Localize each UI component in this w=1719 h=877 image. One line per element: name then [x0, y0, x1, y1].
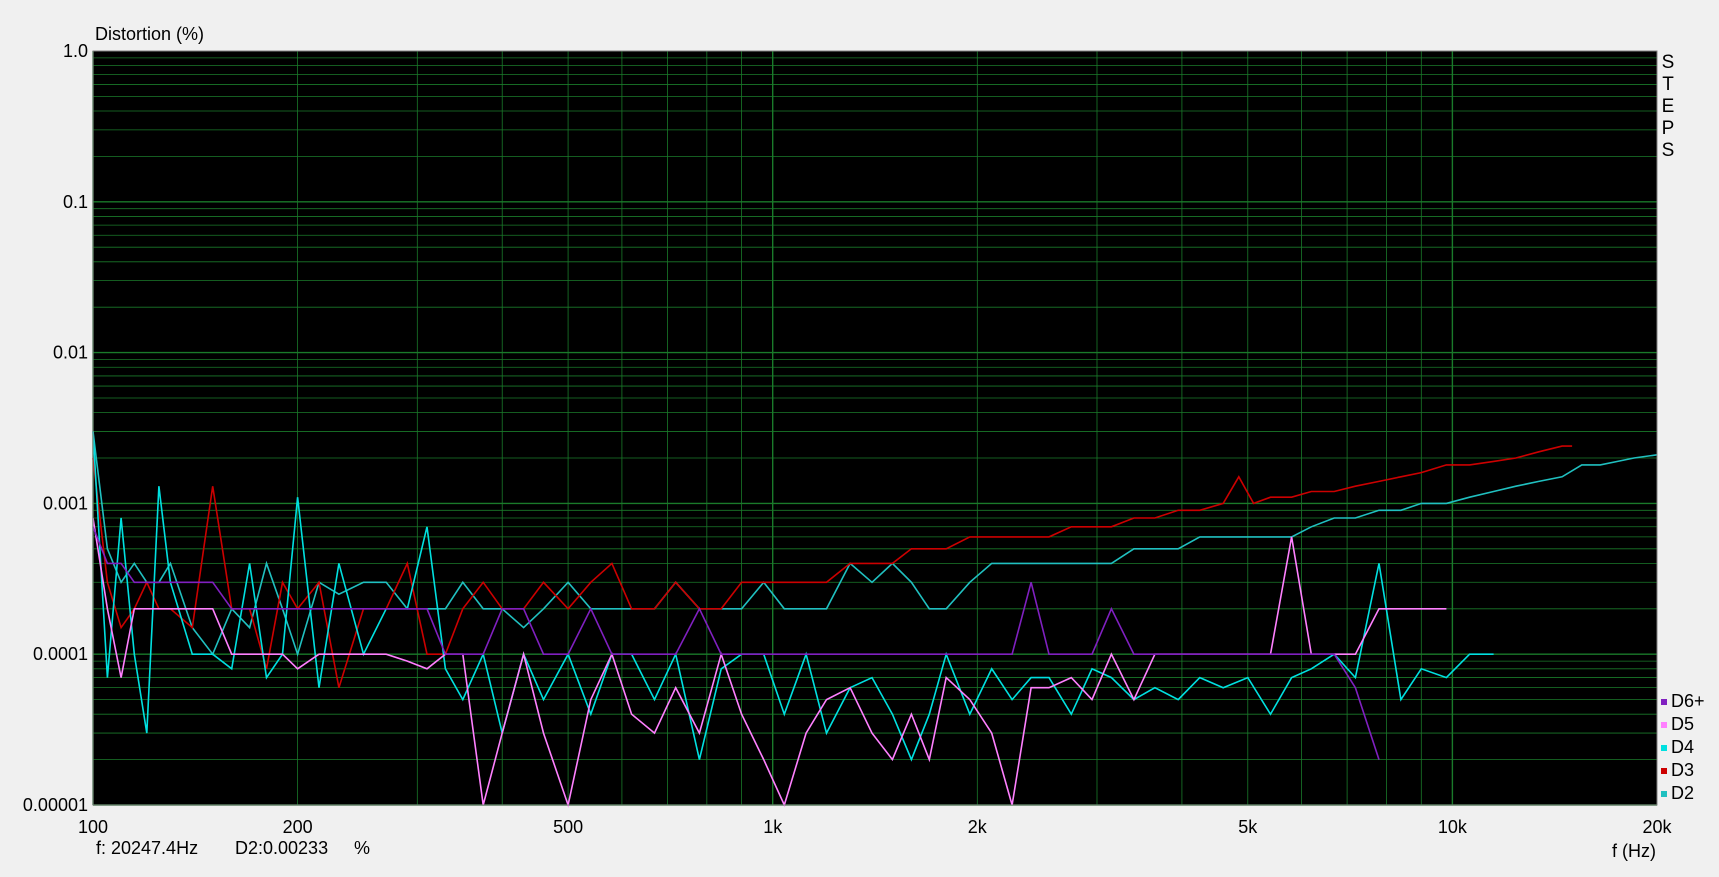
x-tick-label: 1k — [763, 817, 783, 837]
distortion-chart: 100 200 500 1k 2k 5k 10k 20k 1.0 0.1 0.01 0.001 0.00… — [23, 24, 1673, 861]
x-tick-label: 100 — [78, 817, 108, 837]
steps-letter: P — [1661, 118, 1675, 139]
y-tick-label: 0.001 — [43, 493, 88, 513]
legend-swatch — [1661, 790, 1667, 797]
x-tick-label: 5k — [1238, 817, 1258, 837]
status-reading: D2:0.00233 — [235, 838, 329, 858]
x-tick-label: 10k — [1438, 817, 1468, 837]
x-tick-label: 20k — [1642, 817, 1672, 837]
legend-item[interactable]: D6+ — [1661, 690, 1705, 713]
y-tick-label: 0.00001 — [23, 795, 88, 815]
x-tick-label: 2k — [968, 817, 988, 837]
x-axis-label: f (Hz) — [1612, 841, 1656, 861]
legend: D6+ D5 D4 D3 D2 — [1661, 690, 1705, 805]
steps-letter: S — [1661, 52, 1675, 73]
legend-item[interactable]: D2 — [1661, 782, 1705, 805]
x-tick-label: 200 — [283, 817, 313, 837]
y-tick-label: 0.01 — [53, 343, 88, 363]
plot-area[interactable] — [93, 51, 1657, 805]
legend-item[interactable]: D3 — [1661, 759, 1705, 782]
legend-label: D6+ — [1671, 691, 1705, 711]
y-tick-label: 1.0 — [63, 41, 88, 61]
legend-label: D4 — [1671, 737, 1695, 757]
legend-label: D5 — [1671, 714, 1695, 734]
legend-label: D3 — [1671, 760, 1695, 780]
legend-label: D2 — [1671, 783, 1695, 803]
steps-letter: T — [1662, 74, 1674, 95]
status-frequency: f: 20247.4Hz — [96, 838, 199, 858]
status-unit: % — [354, 838, 371, 858]
steps-label: STEPS — [1658, 52, 1678, 162]
legend-swatch — [1661, 767, 1667, 774]
x-tick-label: 500 — [553, 817, 583, 837]
legend-item[interactable]: D5 — [1661, 713, 1705, 736]
legend-swatch — [1661, 698, 1667, 705]
legend-item[interactable]: D4 — [1661, 736, 1705, 759]
y-tick-label: 0.1 — [63, 192, 88, 212]
legend-swatch — [1661, 721, 1667, 728]
legend-swatch — [1661, 744, 1667, 751]
steps-letter: E — [1661, 96, 1675, 117]
y-axis-label: Distortion (%) — [95, 24, 204, 44]
steps-letter: S — [1661, 140, 1675, 161]
y-tick-label: 0.0001 — [33, 644, 88, 664]
